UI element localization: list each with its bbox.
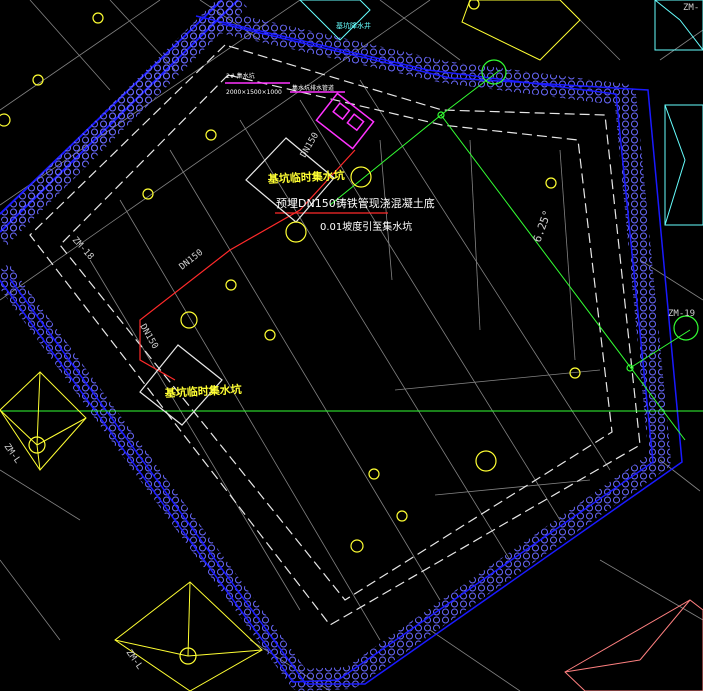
cap-zm-topright-label: ZM- bbox=[683, 3, 699, 13]
pit-b-label: 基坑临时集水坑 bbox=[163, 382, 242, 400]
cap-zm-left-label: ZM-L bbox=[2, 442, 23, 466]
cad-drawing-canvas: 基坑临时集水坑 基坑临时集水坑 预埋DN150铸铁管现浇混凝土底 0.01坡度引… bbox=[0, 0, 703, 691]
top-note-1: 2# 集水坑 bbox=[226, 72, 255, 80]
cap-zm19-label: ZM-19 bbox=[668, 309, 695, 319]
pump-note-label: 0.01坡度引至集水坑 bbox=[320, 220, 412, 233]
pile-cap-salmon bbox=[564, 599, 703, 691]
pipe-dn-label-3: DN150 bbox=[137, 323, 159, 351]
pipe-dn-label-2: DN150 bbox=[178, 248, 206, 273]
slope-label: 6.25° bbox=[531, 208, 555, 244]
top-note-3: 集水坑排水管道 bbox=[292, 84, 334, 92]
pipe-dn-label-1: DN150 bbox=[299, 131, 321, 159]
top-cyan-note: 基坑降水井 bbox=[336, 21, 371, 30]
top-note-2: 2000×1500×1000 bbox=[226, 89, 282, 96]
pipe-note-label: 预埋DN150铸铁管现浇混凝土底 bbox=[276, 196, 435, 210]
cap-zm-bottom-label: ZM-L bbox=[124, 648, 145, 672]
pit-a-label: 基坑临时集水坑 bbox=[266, 168, 345, 186]
